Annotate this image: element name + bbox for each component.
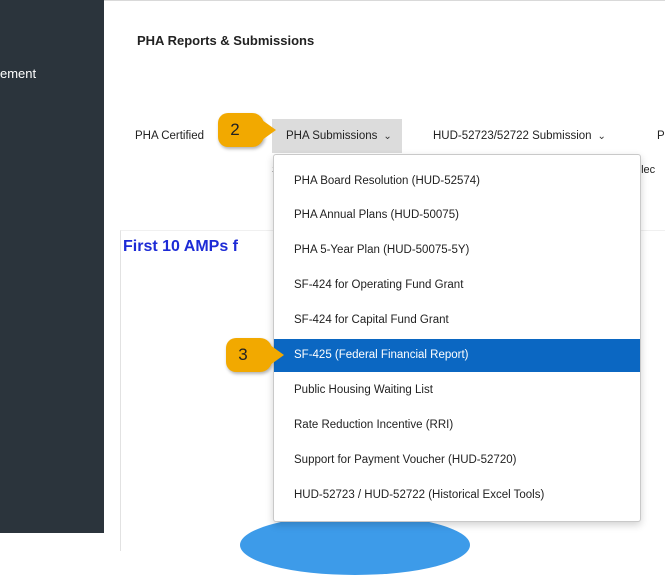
step-callout-3: 3 (226, 338, 284, 372)
step-number: 3 (238, 345, 248, 364)
page-title: PHA Reports & Submissions (137, 33, 315, 48)
nav-item-pha-certified[interactable]: PHA Certified (135, 119, 204, 153)
step-callout-2: 2 (218, 113, 276, 147)
nav-item-overflow[interactable]: P (657, 119, 665, 153)
menu-item-payment-voucher[interactable]: Support for Payment Voucher (HUD-52720) (274, 444, 640, 477)
chevron-down-icon: ⌄ (597, 131, 606, 142)
submissions-dropdown-menu: PHA Board Resolution (HUD-52574) PHA Ann… (273, 154, 641, 522)
chart-shape (240, 515, 470, 575)
chevron-down-icon: ⌄ (383, 131, 392, 142)
menu-item-sf424-operating[interactable]: SF-424 for Operating Fund Grant (274, 269, 640, 302)
step-number: 2 (230, 120, 240, 139)
menu-item-annual-plans[interactable]: PHA Annual Plans (HUD-50075) (274, 199, 640, 232)
menu-item-five-year-plan[interactable]: PHA 5-Year Plan (HUD-50075-5Y) (274, 234, 640, 267)
section-heading: First 10 AMPs f (123, 238, 238, 255)
menu-item-historical-excel[interactable]: HUD-52723 / HUD-52722 (Historical Excel … (274, 479, 640, 512)
menu-item-waiting-list[interactable]: Public Housing Waiting List (274, 374, 640, 407)
sidebar: ement (0, 0, 104, 533)
menu-item-sf425[interactable]: SF-425 (Federal Financial Report) (274, 339, 640, 372)
menu-item-board-resolution[interactable]: PHA Board Resolution (HUD-52574) (274, 165, 640, 198)
nav-label: PHA Submissions (286, 130, 378, 142)
nav-label: HUD-52723/52722 Submission (433, 130, 592, 142)
nav-item-hud-submission[interactable]: HUD-52723/52722 Submission ⌄ (433, 119, 606, 153)
menu-item-sf424-capital[interactable]: SF-424 for Capital Fund Grant (274, 304, 640, 337)
menu-item-rri[interactable]: Rate Reduction Incentive (RRI) (274, 409, 640, 442)
nav-item-pha-submissions[interactable]: PHA Submissions ⌄ (272, 119, 402, 153)
sidebar-item-label[interactable]: ement (0, 66, 36, 81)
nav-label: PHA Certified (135, 130, 205, 142)
